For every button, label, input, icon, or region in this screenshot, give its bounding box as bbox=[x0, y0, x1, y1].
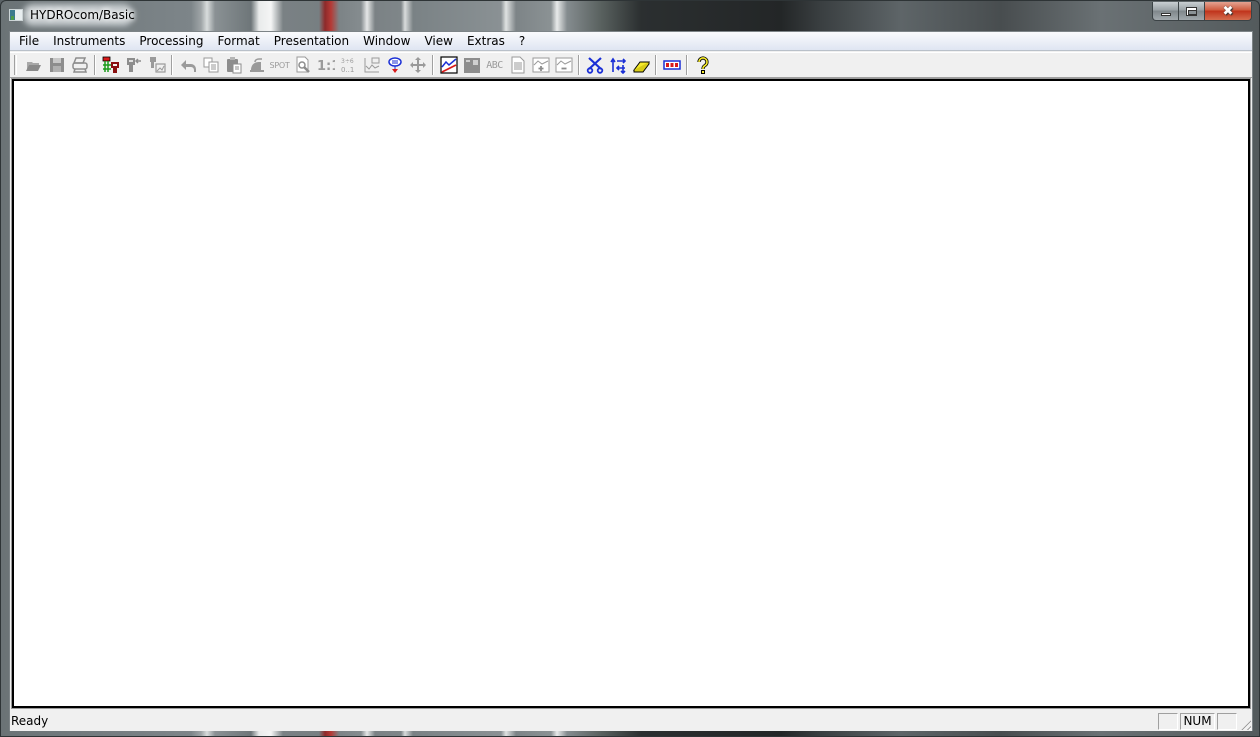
toolbar-separator bbox=[578, 55, 580, 75]
battery-icon bbox=[662, 60, 681, 70]
menu-extras[interactable]: Extras bbox=[460, 32, 512, 51]
abc-icon: ABC bbox=[486, 59, 503, 71]
toolbar-separator bbox=[171, 55, 173, 75]
toolbar-separator bbox=[432, 55, 434, 75]
menu-bar: File Instruments Processing Format Prese… bbox=[10, 32, 1252, 51]
close-icon: ✖ bbox=[1222, 3, 1234, 19]
minimize-icon bbox=[1160, 12, 1171, 16]
open-icon bbox=[25, 62, 41, 71]
menu-processing[interactable]: Processing bbox=[132, 32, 210, 51]
menu-window[interactable]: Window bbox=[356, 32, 417, 51]
instrument-chart-button[interactable] bbox=[145, 54, 168, 76]
line-chart-button[interactable] bbox=[437, 54, 460, 76]
menu-instruments[interactable]: Instruments bbox=[46, 32, 132, 51]
cut-tool-icon bbox=[586, 57, 603, 74]
instrument-chart-icon bbox=[149, 57, 166, 73]
close-button[interactable]: ✖ bbox=[1205, 2, 1252, 21]
graph-label-button[interactable] bbox=[360, 54, 383, 76]
copy-icon bbox=[203, 57, 218, 73]
eraser-button[interactable] bbox=[629, 54, 652, 76]
svg-text:1:1: 1:1 bbox=[317, 59, 335, 74]
help-icon bbox=[696, 56, 709, 74]
save-button[interactable] bbox=[45, 54, 68, 76]
zoom-in-chart-icon bbox=[532, 57, 549, 73]
instrument-connect-icon bbox=[102, 56, 119, 73]
svg-text:0..1: 0..1 bbox=[341, 66, 354, 74]
graph-label-icon bbox=[364, 57, 379, 73]
bar-chart-icon bbox=[463, 58, 480, 73]
print-icon bbox=[71, 57, 88, 73]
undo-button[interactable] bbox=[176, 54, 199, 76]
menu-view[interactable]: View bbox=[417, 32, 459, 51]
filter-down-button[interactable] bbox=[383, 54, 406, 76]
minimize-button[interactable] bbox=[1152, 2, 1179, 21]
zoom-out-chart-icon bbox=[555, 57, 572, 73]
status-pane-scroll bbox=[1217, 713, 1237, 730]
toolbar-separator bbox=[655, 55, 657, 75]
maximize-icon bbox=[1186, 6, 1197, 16]
abc-button[interactable]: ABC bbox=[483, 54, 506, 76]
zoom-page-icon bbox=[296, 56, 310, 73]
toolbar: SPOT 1:1 3÷60..1 bbox=[10, 52, 1252, 78]
swap-arrows-icon bbox=[609, 57, 626, 74]
open-button[interactable] bbox=[22, 54, 45, 76]
spot-icon: SPOT bbox=[269, 60, 290, 70]
caption-buttons: ✖ bbox=[1152, 2, 1252, 21]
instrument-read-icon bbox=[126, 58, 141, 72]
status-text: Ready bbox=[11, 714, 49, 728]
cut-tool-button[interactable] bbox=[583, 54, 606, 76]
help-button[interactable] bbox=[691, 54, 714, 76]
move-button[interactable] bbox=[406, 54, 429, 76]
status-pane-num: NUM bbox=[1180, 713, 1215, 730]
one-to-one-icon: 1:1 bbox=[317, 59, 335, 74]
copy-button[interactable] bbox=[199, 54, 222, 76]
iron-button[interactable] bbox=[245, 54, 268, 76]
save-icon bbox=[49, 58, 64, 72]
app-icon[interactable] bbox=[9, 9, 23, 21]
paste-icon bbox=[226, 57, 241, 74]
toolbar-separator bbox=[686, 55, 688, 75]
battery-button[interactable] bbox=[660, 54, 683, 76]
filter-down-icon bbox=[387, 57, 402, 73]
scale-icon: 3÷60..1 bbox=[341, 58, 354, 74]
resize-grip[interactable] bbox=[1239, 718, 1251, 730]
line-chart-icon bbox=[439, 56, 458, 74]
swap-arrows-button[interactable] bbox=[606, 54, 629, 76]
title-bar[interactable]: HYDROcom/Basic ✖ bbox=[1, 1, 1260, 30]
window-title: HYDROcom/Basic bbox=[30, 8, 135, 22]
maximize-button[interactable] bbox=[1179, 2, 1205, 21]
paste-button[interactable] bbox=[222, 54, 245, 76]
status-pane-caps bbox=[1158, 713, 1178, 730]
client-area: File Instruments Processing Format Prese… bbox=[9, 31, 1253, 731]
menu-file[interactable]: File bbox=[12, 32, 46, 51]
instrument-read-button[interactable] bbox=[122, 54, 145, 76]
iron-icon bbox=[249, 58, 264, 72]
menu-format[interactable]: Format bbox=[210, 32, 266, 51]
eraser-icon bbox=[632, 61, 650, 73]
zoom-in-chart-button[interactable] bbox=[529, 54, 552, 76]
menu-presentation[interactable]: Presentation bbox=[267, 32, 356, 51]
document-icon bbox=[511, 56, 524, 74]
move-icon bbox=[409, 57, 426, 73]
application-window: HYDROcom/Basic ✖ File Instruments Proces… bbox=[0, 0, 1260, 737]
zoom-page-button[interactable] bbox=[291, 54, 314, 76]
zoom-out-chart-button[interactable] bbox=[552, 54, 575, 76]
instrument-connect-button[interactable] bbox=[99, 54, 122, 76]
undo-icon bbox=[180, 60, 196, 72]
toolbar-separator bbox=[94, 55, 96, 75]
toolbar-grip[interactable] bbox=[14, 55, 17, 75]
bar-chart-button[interactable] bbox=[460, 54, 483, 76]
spot-button[interactable]: SPOT bbox=[268, 54, 291, 76]
one-to-one-button[interactable]: 1:1 bbox=[314, 54, 337, 76]
scale-button[interactable]: 3÷6 0..1 bbox=[337, 54, 360, 76]
menu-help[interactable]: ? bbox=[512, 32, 532, 51]
svg-text:3÷6: 3÷6 bbox=[341, 58, 354, 65]
document-button[interactable] bbox=[506, 54, 529, 76]
status-bar: Ready NUM bbox=[10, 711, 1252, 731]
print-button[interactable] bbox=[68, 54, 91, 76]
mdi-workspace[interactable] bbox=[11, 78, 1251, 709]
